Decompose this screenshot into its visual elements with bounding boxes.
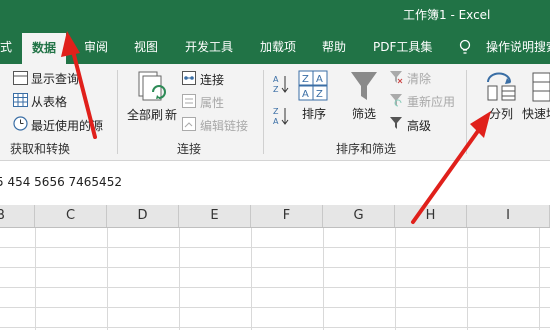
edit-links-button[interactable]: 编辑链接 (200, 117, 248, 134)
sort-button[interactable]: 排序 (302, 105, 326, 122)
text-to-columns-icon (487, 72, 516, 101)
advanced-icon (390, 117, 402, 129)
column-headers: B C D E F G H I (0, 205, 550, 228)
tab-help[interactable]: 帮助 (322, 30, 346, 64)
ribbon-tabs: 式 数据 审阅 视图 开发工具 加载项 帮助 PDF工具集 操作说明搜索 (0, 30, 550, 64)
from-table-button[interactable]: 从表格 (31, 93, 67, 110)
group-separator (263, 70, 264, 154)
recent-sources-button[interactable]: 最近使用的源 (31, 117, 103, 134)
group-label-sort-filter: 排序和筛选 (336, 142, 397, 156)
text-to-columns-button[interactable]: 分列 (489, 105, 513, 122)
show-queries-icon (13, 71, 28, 85)
formula-bar[interactable]: 5 454 5656 7465452 (0, 161, 550, 206)
refresh-all-icon (138, 71, 166, 101)
title-bar: 工作簿1 - Excel (0, 0, 550, 30)
svg-text:Z: Z (273, 85, 279, 94)
connections-icon (182, 71, 196, 85)
column-header-h[interactable]: H (395, 205, 467, 227)
svg-text:Z: Z (273, 107, 279, 116)
flash-fill-button[interactable]: 快速填 (522, 105, 550, 122)
group-label-connections: 连接 (177, 142, 202, 156)
tab-data[interactable]: 数据 (22, 33, 67, 64)
reapply-button[interactable]: 重新应用 (407, 93, 455, 110)
group-separator (466, 70, 467, 154)
table-icon (13, 93, 28, 107)
svg-text:A: A (302, 89, 309, 100)
advanced-button[interactable]: 高级 (407, 117, 431, 134)
flash-fill-icon (532, 72, 550, 102)
svg-text:Z: Z (316, 89, 323, 100)
connections-button[interactable]: 连接 (200, 71, 224, 88)
tab-view[interactable]: 视图 (134, 30, 158, 64)
tab-developer[interactable]: 开发工具 (185, 30, 233, 64)
sort-az-icon: A Z (273, 75, 289, 94)
svg-text:Z: Z (302, 74, 309, 85)
worksheet-grid[interactable] (0, 228, 550, 330)
tab-formulas[interactable]: 式 (0, 30, 12, 64)
window-title: 工作簿1 - Excel (403, 8, 491, 22)
show-queries-button[interactable]: 显示查询 (31, 70, 79, 87)
column-header-g[interactable]: G (323, 205, 395, 227)
lightbulb-icon (459, 39, 471, 54)
svg-text:A: A (316, 74, 323, 85)
column-header-c[interactable]: C (35, 205, 107, 227)
tab-review[interactable]: 审阅 (84, 30, 108, 64)
column-header-i[interactable]: I (467, 205, 550, 227)
clear-button[interactable]: 清除 (407, 70, 431, 87)
edit-links-icon (182, 117, 196, 131)
filter-icon (351, 72, 377, 100)
filter-button[interactable]: 筛选 (352, 105, 376, 122)
svg-text:A: A (273, 75, 279, 84)
properties-button[interactable]: 属性 (200, 94, 224, 111)
group-separator (117, 70, 118, 154)
tab-addins[interactable]: 加载项 (260, 30, 296, 64)
formula-content[interactable]: 5 454 5656 7465452 (0, 175, 122, 189)
tab-pdf-tools[interactable]: PDF工具集 (373, 30, 432, 64)
sort-icon: Z A A Z (298, 70, 328, 101)
tell-me-search[interactable]: 操作说明搜索 (486, 30, 550, 64)
group-label-get-transform: 获取和转换 (10, 142, 71, 156)
clock-icon (13, 116, 28, 131)
properties-icon (182, 94, 196, 108)
ribbon: 显示查询 从表格 最近使用的源 获取和转换 全部刷 新 连接 属性 编辑链接 连… (0, 64, 550, 161)
column-header-f[interactable]: F (251, 205, 323, 227)
column-header-b[interactable]: B (0, 205, 35, 227)
svg-text:A: A (273, 117, 279, 126)
refresh-all-button-suffix[interactable]: 新 (165, 106, 177, 123)
clear-icon (390, 71, 403, 84)
reapply-icon (390, 94, 402, 107)
sort-za-icon: Z A (273, 107, 289, 126)
refresh-all-button[interactable]: 全部刷 (127, 106, 163, 123)
column-header-e[interactable]: E (179, 205, 251, 227)
column-header-d[interactable]: D (107, 205, 179, 227)
